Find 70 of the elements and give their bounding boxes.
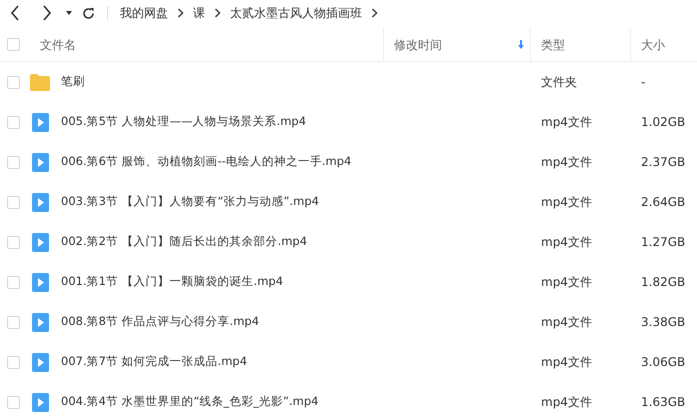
file-type: mp4文件 <box>540 154 593 171</box>
file-name: 007.第7节 如何完成一张成品.mp4 <box>61 353 248 370</box>
play-icon <box>32 272 48 292</box>
file-size: 1.82GB <box>640 274 686 291</box>
file-size: - <box>640 74 646 91</box>
file-type: mp4文件 <box>540 114 593 131</box>
play-icon <box>32 152 48 172</box>
checkbox[interactable] <box>7 38 20 51</box>
file-name: 004.第4节 水墨世界里的“线条_色彩_光影”.mp4 <box>61 393 318 410</box>
file-size: 2.37GB <box>640 154 686 171</box>
checkbox[interactable] <box>7 276 20 288</box>
file-type: mp4文件 <box>540 194 593 211</box>
file-size: 1.02GB <box>640 114 686 131</box>
checkbox[interactable] <box>7 236 20 248</box>
checkbox[interactable] <box>7 316 20 328</box>
file-name: 005.第5节 人物处理——人物与场景关系.mp4 <box>61 113 306 130</box>
file-row[interactable]: 005.第5节 人物处理——人物与场景关系.mp4 mp4文件 1.02GB <box>0 102 697 142</box>
file-type: 文件夹 <box>540 74 578 91</box>
file-name: 006.第6节 服饰、动植物刻画--电绘人的神之一手.mp4 <box>61 153 352 170</box>
breadcrumb-item[interactable]: 我的网盘 <box>120 4 168 22</box>
file-type: mp4文件 <box>540 394 593 411</box>
file-type: mp4文件 <box>540 234 593 251</box>
file-type: mp4文件 <box>540 314 593 331</box>
file-row[interactable]: 007.第7节 如何完成一张成品.mp4 mp4文件 3.06GB <box>0 342 697 382</box>
chevron-icon <box>371 8 378 18</box>
file-size: 3.38GB <box>640 314 686 331</box>
play-icon <box>32 192 48 212</box>
file-row[interactable]: 006.第6节 服饰、动植物刻画--电绘人的神之一手.mp4 mp4文件 2.37GB <box>0 142 697 182</box>
checkbox[interactable] <box>7 396 20 408</box>
column-header[interactable]: 文件名 <box>40 28 383 61</box>
play-icon <box>32 232 48 252</box>
file-size: 2.64GB <box>640 194 686 211</box>
checkbox[interactable] <box>7 356 20 368</box>
chevron-icon <box>177 8 184 18</box>
breadcrumb-item[interactable]: 太贰水墨古风人物插画班 <box>230 4 362 22</box>
file-type: mp4文件 <box>540 274 593 291</box>
file-size: 1.27GB <box>640 234 686 251</box>
checkbox[interactable] <box>7 196 20 208</box>
file-row[interactable]: 笔刷 文件夹 - <box>0 62 697 102</box>
play-icon <box>32 352 48 372</box>
checkbox[interactable] <box>7 156 20 168</box>
chevron-icon <box>214 8 221 18</box>
column-header[interactable]: 修改时间 <box>394 28 530 61</box>
column-header[interactable]: 类型 <box>541 28 630 61</box>
refresh-icon[interactable] <box>82 6 95 20</box>
play-icon <box>32 112 48 132</box>
file-row[interactable]: 002.第2节 【入门】随后长出的其余部分.mp4 mp4文件 1.27GB <box>0 222 697 262</box>
file-name: 001.第1节 【入门】一颗脑袋的诞生.mp4 <box>61 273 284 290</box>
breadcrumb-item[interactable]: 课 <box>193 4 205 22</box>
file-size: 1.63GB <box>640 394 686 411</box>
file-name: 笔刷 <box>61 73 85 90</box>
folder-icon <box>30 74 50 90</box>
file-row[interactable]: 003.第3节 【入门】人物要有“张力与动感”.mp4 mp4文件 2.64GB <box>0 182 697 222</box>
dropdown-icon[interactable] <box>66 11 72 15</box>
column-header[interactable]: 大小 <box>641 28 697 61</box>
file-size: 3.06GB <box>640 354 686 371</box>
play-icon <box>32 312 48 332</box>
file-row[interactable]: 001.第1节 【入门】一颗脑袋的诞生.mp4 mp4文件 1.82GB <box>0 262 697 302</box>
sort-arrow-icon[interactable] <box>518 40 524 49</box>
file-name: 008.第8节 作品点评与心得分享.mp4 <box>61 313 260 330</box>
file-row[interactable]: 008.第8节 作品点评与心得分享.mp4 mp4文件 3.38GB <box>0 302 697 342</box>
file-name: 003.第3节 【入门】人物要有“张力与动感”.mp4 <box>61 193 319 210</box>
file-name: 002.第2节 【入门】随后长出的其余部分.mp4 <box>61 233 308 250</box>
play-icon <box>32 392 48 412</box>
checkbox[interactable] <box>7 116 20 128</box>
forward-icon[interactable] <box>42 5 52 21</box>
file-type: mp4文件 <box>540 354 593 371</box>
back-icon[interactable] <box>10 5 20 21</box>
checkbox[interactable] <box>7 76 20 88</box>
file-row[interactable]: 004.第4节 水墨世界里的“线条_色彩_光影”.mp4 mp4文件 1.63GB <box>0 382 697 420</box>
